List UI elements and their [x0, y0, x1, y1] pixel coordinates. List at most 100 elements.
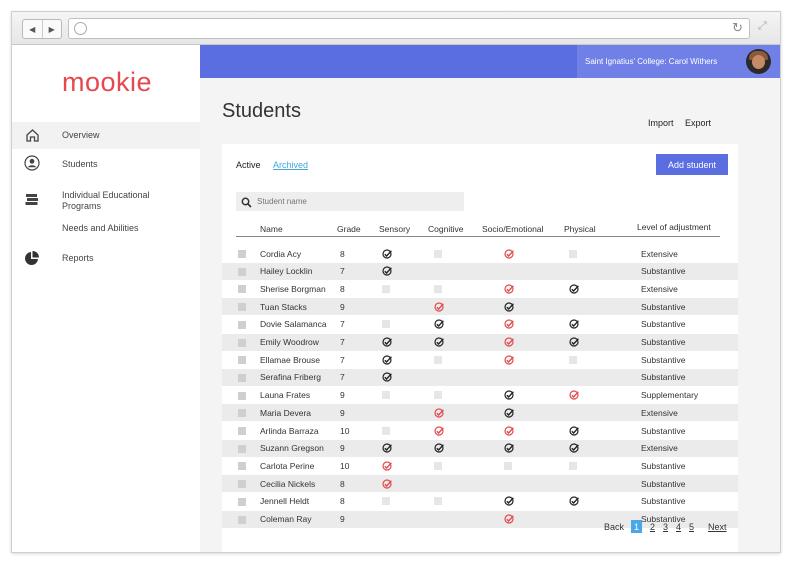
pagination-page-3[interactable]: 3	[663, 522, 668, 532]
socio-check-icon[interactable]	[504, 511, 514, 528]
sensory-check-icon[interactable]	[382, 475, 392, 492]
row-checkbox[interactable]	[238, 267, 246, 276]
cognitive-check-icon[interactable]	[434, 440, 444, 457]
row-checkbox[interactable]	[238, 391, 246, 400]
row-checkbox[interactable]	[238, 373, 246, 382]
table-row[interactable]: Dovie Salamanca 7 Substantive	[222, 316, 738, 333]
export-link[interactable]: Export	[685, 118, 711, 128]
row-checkbox[interactable]	[238, 427, 246, 435]
physical-empty-box[interactable]	[569, 351, 577, 368]
student-name[interactable]: Serafina Friberg	[260, 369, 321, 386]
pagination-current-page[interactable]: 1	[631, 520, 642, 533]
socio-check-icon[interactable]	[504, 404, 514, 421]
search-input[interactable]	[255, 193, 459, 210]
sensory-check-icon[interactable]	[382, 351, 392, 368]
socio-check-icon[interactable]	[504, 245, 514, 262]
cognitive-empty-box[interactable]	[434, 280, 442, 297]
socio-check-icon[interactable]	[504, 351, 514, 368]
sensory-check-icon[interactable]	[382, 334, 392, 351]
student-name[interactable]: Carlota Perine	[260, 457, 314, 474]
physical-empty-box[interactable]	[569, 457, 577, 474]
table-row[interactable]: Jennell Heldt 8 Substantive	[222, 493, 738, 510]
cognitive-empty-box[interactable]	[434, 493, 442, 510]
tab-active[interactable]: Active	[236, 160, 261, 170]
column-header-cognitive[interactable]: Cognitive	[428, 224, 463, 234]
socio-check-icon[interactable]	[504, 316, 514, 333]
student-name[interactable]: Arlinda Barraza	[260, 422, 319, 439]
sensory-empty-box[interactable]	[382, 493, 390, 510]
row-checkbox[interactable]	[238, 285, 246, 294]
physical-check-icon[interactable]	[569, 334, 579, 351]
pagination-page-2[interactable]: 2	[650, 522, 655, 532]
pagination-next[interactable]: Next	[708, 522, 727, 532]
student-name[interactable]: Emily Woodrow	[260, 334, 319, 351]
avatar[interactable]	[746, 49, 771, 74]
app-logo[interactable]: mookie	[62, 67, 152, 98]
student-name[interactable]: Tuan Stacks	[260, 298, 307, 315]
student-name[interactable]: Dovie Salamanca	[260, 316, 327, 333]
tab-archived[interactable]: Archived	[273, 160, 308, 170]
socio-check-icon[interactable]	[504, 298, 514, 315]
sidebar-item-reports[interactable]: Reports	[12, 246, 200, 270]
physical-check-icon[interactable]	[569, 280, 579, 297]
pagination-page-4[interactable]: 4	[676, 522, 681, 532]
student-name[interactable]: Launa Frates	[260, 387, 310, 404]
table-row[interactable]: Carlota Perine 10 Substantive	[222, 457, 738, 474]
socio-empty-box[interactable]	[504, 457, 512, 474]
student-name[interactable]: Jennell Heldt	[260, 493, 309, 510]
row-checkbox[interactable]	[238, 409, 246, 418]
sidebar-item-students[interactable]: Students	[12, 151, 200, 178]
student-name[interactable]: Hailey Locklin	[260, 263, 312, 280]
cognitive-empty-box[interactable]	[434, 351, 442, 368]
socio-check-icon[interactable]	[504, 280, 514, 297]
column-header-physical[interactable]: Physical	[564, 224, 596, 234]
table-row[interactable]: Sherise Borgman 8 Extensive	[222, 280, 738, 297]
column-header-level[interactable]: Level of adjustment	[637, 222, 711, 232]
reload-icon[interactable]: ↻	[732, 20, 743, 36]
sensory-check-icon[interactable]	[382, 263, 392, 280]
table-row[interactable]: Cordia Acy 8 Extensive	[222, 245, 738, 262]
row-checkbox[interactable]	[238, 480, 246, 489]
row-checkbox[interactable]	[238, 303, 246, 312]
socio-check-icon[interactable]	[504, 422, 514, 439]
socio-check-icon[interactable]	[504, 387, 514, 404]
socio-check-icon[interactable]	[504, 334, 514, 351]
sensory-empty-box[interactable]	[382, 280, 390, 297]
import-link[interactable]: Import	[648, 118, 674, 128]
sensory-empty-box[interactable]	[382, 387, 390, 404]
cognitive-empty-box[interactable]	[434, 387, 442, 404]
sensory-empty-box[interactable]	[382, 316, 390, 333]
student-name[interactable]: Cecilia Nickels	[260, 475, 315, 492]
table-row[interactable]: Emily Woodrow 7 Substantive	[222, 333, 738, 351]
sensory-check-icon[interactable]	[382, 245, 392, 262]
row-checkbox[interactable]	[238, 356, 246, 365]
sidebar-item-needs[interactable]: Needs and Abilities	[12, 219, 200, 237]
fullscreen-icon[interactable]: ⤢	[758, 20, 767, 33]
table-row[interactable]: Maria Devera 9 Extensive	[222, 404, 738, 422]
cognitive-check-icon[interactable]	[434, 316, 444, 333]
row-checkbox[interactable]	[238, 515, 246, 524]
table-row[interactable]: Launa Frates 9 Supplementary	[222, 387, 738, 404]
socio-check-icon[interactable]	[504, 493, 514, 510]
row-checkbox[interactable]	[238, 444, 246, 453]
column-header-grade[interactable]: Grade	[337, 224, 361, 234]
physical-empty-box[interactable]	[569, 245, 577, 262]
column-header-socio-emotional[interactable]: Socio/Emotional	[482, 224, 543, 234]
physical-check-icon[interactable]	[569, 440, 579, 457]
physical-check-icon[interactable]	[569, 387, 579, 404]
add-student-button[interactable]: Add student	[656, 154, 728, 175]
row-checkbox[interactable]	[238, 320, 246, 329]
cognitive-check-icon[interactable]	[434, 404, 444, 421]
pagination-page-5[interactable]: 5	[689, 522, 694, 532]
cognitive-empty-box[interactable]	[434, 457, 442, 474]
socio-check-icon[interactable]	[504, 440, 514, 457]
column-header-name[interactable]: Name	[260, 224, 283, 234]
forward-arrow-icon[interactable]: ▶	[43, 20, 62, 38]
sensory-check-icon[interactable]	[382, 440, 392, 457]
student-name[interactable]: Cordia Acy	[260, 245, 301, 262]
student-name[interactable]: Ellamae Brouse	[260, 351, 320, 368]
student-name[interactable]: Maria Devera	[260, 404, 311, 421]
table-row[interactable]: Tuan Stacks 9 Substantive	[222, 298, 738, 316]
sidebar-item-overview[interactable]: Overview	[12, 122, 200, 149]
back-arrow-icon[interactable]: ◀	[23, 20, 43, 38]
